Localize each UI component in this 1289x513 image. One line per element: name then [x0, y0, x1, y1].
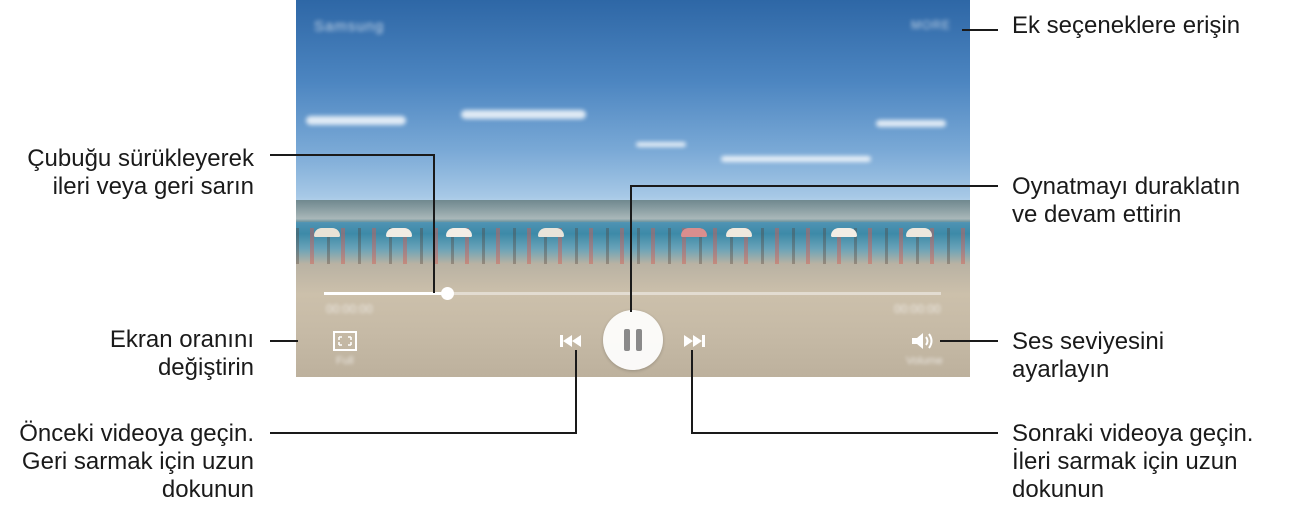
callout-ratio: Ekran oranını değiştirin: [110, 326, 254, 382]
callout-line: Sonraki videoya geçin.: [1012, 420, 1254, 447]
callout-line: Ekran oranını: [109, 326, 254, 353]
callout-prev: Önceki videoya geçin. Geri sarmak için u…: [19, 420, 254, 504]
leader-line-prev: [270, 350, 577, 434]
callout-volume: Ses seviyesini ayarlayın: [1012, 328, 1164, 384]
callout-next: Sonraki videoya geçin. İleri sarmak için…: [1012, 420, 1253, 504]
callout-seek: Çubuğu sürükleyerek ileri veya geri sarı…: [27, 145, 254, 201]
callout-line: ve devam ettirin: [1012, 201, 1182, 228]
callout-line: dokunun: [161, 476, 254, 503]
leader-line-next: [691, 350, 998, 434]
callout-line: Geri sarmak için uzun: [21, 448, 254, 475]
callout-line: Ses seviyesini: [1012, 328, 1165, 355]
leader-line-seek: [270, 154, 435, 293]
callout-line: ayarlayın: [1012, 356, 1110, 383]
callout-line: dokunun: [1012, 476, 1105, 503]
callout-more: Ek seçeneklere erişin: [1012, 12, 1240, 40]
callout-line: Ek seçeneklere erişin: [1012, 12, 1241, 39]
callout-line: İleri sarmak için uzun: [1012, 448, 1238, 475]
callout-line: Oynatmayı duraklatın: [1012, 173, 1241, 200]
callout-line: ileri veya geri sarın: [52, 173, 254, 200]
callout-line: Çubuğu sürükleyerek: [27, 145, 254, 172]
leader-line-pause: [630, 185, 998, 312]
callout-pause: Oynatmayı duraklatın ve devam ettirin: [1012, 173, 1240, 229]
callout-line: Önceki videoya geçin.: [19, 420, 254, 447]
callout-line: değiştirin: [157, 354, 254, 381]
